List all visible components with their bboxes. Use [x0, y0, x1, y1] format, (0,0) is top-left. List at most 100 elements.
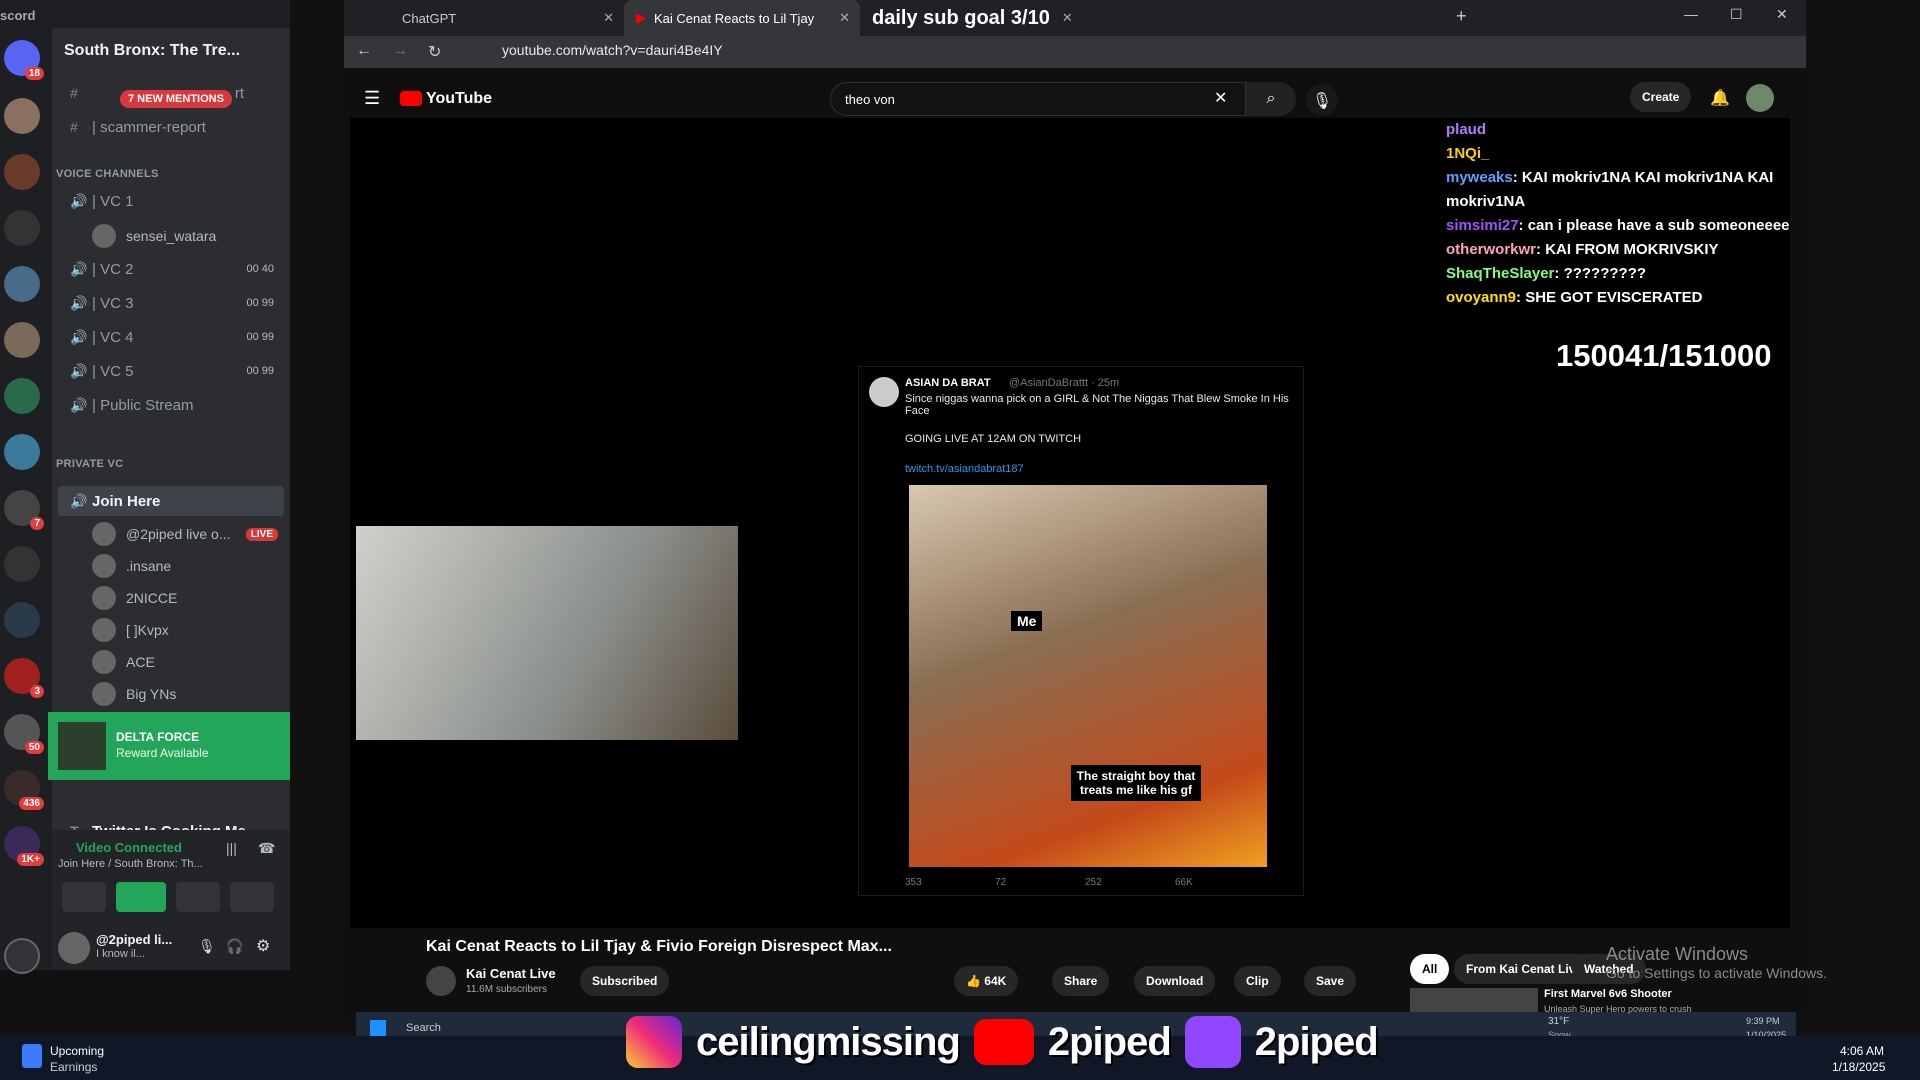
disconnect-icon[interactable]: ☎ [258, 840, 275, 857]
voice-member[interactable]: Big YNs [92, 680, 278, 708]
server-icon[interactable]: 50 [4, 714, 44, 754]
home-icon[interactable]: 18 [4, 40, 44, 80]
tab-sub-goal[interactable]: daily sub goal 3/10 ✕ [860, 0, 1440, 36]
gear-icon[interactable]: ⚙ [256, 936, 270, 956]
youtube-logo[interactable]: YouTube [400, 90, 492, 108]
server-icon[interactable] [4, 154, 40, 190]
download-button[interactable]: Download [1134, 966, 1216, 996]
rec-title[interactable]: First Marvel 6v6 Shooter [1544, 988, 1672, 1000]
screen-share-button[interactable] [116, 882, 166, 912]
server-icon[interactable]: 3 [4, 658, 44, 698]
server-icon[interactable] [4, 210, 40, 246]
back-icon[interactable]: ← [356, 42, 372, 60]
voice-member[interactable]: @2piped live o... LIVE [92, 520, 278, 548]
filter-all[interactable]: All [1410, 954, 1450, 984]
voice-location[interactable]: Join Here / South Bronx: Th... [58, 858, 203, 870]
chat-line: plaud [1446, 118, 1792, 142]
delta-force-banner[interactable]: DELTA FORCE Reward Available [48, 712, 290, 780]
tab-youtube[interactable]: ▶ Kai Cenat Reacts to Lil Tjay ✕ [624, 0, 860, 36]
maximize-button[interactable]: ☐ [1730, 6, 1743, 23]
subscribed-button[interactable]: Subscribed [580, 966, 670, 996]
chat-line: 1NQi_ [1446, 142, 1792, 166]
server-icon[interactable] [4, 378, 40, 414]
rec-thumbnail[interactable] [1410, 988, 1538, 1012]
server-icon[interactable]: 1K+ [4, 826, 44, 866]
server-icon[interactable]: 436 [4, 770, 44, 810]
search-input[interactable]: theo von [830, 82, 1246, 116]
soundboard-button[interactable] [230, 882, 274, 912]
like-button[interactable]: 👍 64K [954, 966, 1019, 996]
avatar[interactable] [1746, 84, 1774, 112]
speaker-icon: 🔊 [70, 294, 88, 311]
channel-vc5[interactable]: 🔊 | VC 5 00 99 [58, 356, 284, 386]
clock-date[interactable]: 1/18/2025 [1832, 1060, 1885, 1074]
minimize-button[interactable]: — [1684, 6, 1698, 22]
close-icon[interactable]: ✕ [1062, 10, 1073, 26]
menu-icon[interactable]: ☰ [364, 88, 380, 109]
activities-button[interactable] [176, 882, 220, 912]
voice-member[interactable]: [ ]Kvpx [92, 616, 278, 644]
channel-avatar[interactable] [426, 966, 456, 996]
new-tab-button[interactable]: + [1456, 6, 1467, 27]
avatar[interactable] [58, 932, 90, 964]
server-icon[interactable] [4, 602, 40, 638]
channel-label: | VC 2 [92, 260, 134, 278]
server-icon[interactable] [4, 434, 40, 470]
server-icon[interactable] [4, 98, 40, 134]
server-icon[interactable] [4, 266, 40, 302]
clear-icon[interactable]: ✕ [1214, 88, 1227, 108]
search-icon[interactable]: ⌕ [1246, 82, 1296, 116]
channel-vc3[interactable]: 🔊 | VC 3 00 99 [58, 288, 284, 318]
voice-member[interactable]: 2NICCE [92, 584, 278, 612]
url-field[interactable]: youtube.com/watch?v=dauri4Be4IY [502, 42, 723, 58]
game-thumbnail [58, 722, 106, 770]
clock-time[interactable]: 4:06 AM [1840, 1044, 1884, 1058]
voice-member[interactable]: ACE [92, 648, 278, 676]
channel-label: | VC 4 [92, 328, 134, 346]
clip-button[interactable]: Clip [1234, 966, 1281, 996]
noise-icon[interactable]: ||| [226, 840, 237, 856]
earnings-icon[interactable] [22, 1044, 42, 1068]
chat-user: myweaks [1446, 169, 1513, 186]
bell-icon[interactable]: 🔔 [1710, 88, 1730, 108]
channel-vc2[interactable]: 🔊 | VC 2 00 40 [58, 254, 284, 284]
channel-scammer-report[interactable]: # | scammer-report [58, 112, 284, 142]
reload-icon[interactable]: ↻ [428, 42, 441, 62]
mic-icon[interactable]: 🎙 [198, 938, 216, 955]
channel-rt[interactable]: # 7 NEW MENTIONS rt [58, 78, 284, 108]
server-name[interactable]: South Bronx: The Tre... [64, 42, 240, 60]
channel-vc4[interactable]: 🔊 | VC 4 00 99 [58, 322, 284, 352]
tab-chatgpt[interactable]: ChatGPT ✕ [390, 0, 624, 36]
channel-label: | VC 3 [92, 294, 134, 312]
channel-name[interactable]: Kai Cenat Live [466, 966, 556, 981]
channel-public-stream[interactable]: 🔊 | Public Stream [58, 390, 284, 420]
filter-label: All [1422, 962, 1438, 976]
voice-member[interactable]: sensei_watara [92, 222, 278, 250]
discord-window: scord 18 7 3 50 436 1K+ South Bronx: The… [0, 0, 290, 974]
mentions-badge[interactable]: 7 NEW MENTIONS [120, 90, 232, 108]
headphones-icon[interactable]: 🎧 [226, 938, 243, 955]
close-window-button[interactable]: ✕ [1776, 6, 1788, 23]
save-button[interactable]: Save [1304, 966, 1357, 996]
add-server-icon[interactable] [4, 938, 40, 974]
close-icon[interactable]: ✕ [603, 10, 614, 26]
server-icon[interactable] [4, 322, 40, 358]
mic-icon[interactable]: 🎙 [1306, 84, 1338, 116]
video-title: Kai Cenat Reacts to Lil Tjay & Fivio For… [426, 938, 892, 955]
category-voice[interactable]: VOICE CHANNELS [56, 168, 159, 180]
channel-join-here[interactable]: 🔊 Join Here [58, 486, 284, 516]
server-icon[interactable]: 7 [4, 490, 44, 530]
server-icon[interactable] [4, 546, 40, 582]
share-button[interactable]: Share [1052, 966, 1110, 996]
create-button[interactable]: Create [1630, 82, 1692, 112]
chat-msg: SHE GOT EVISCERATED [1525, 289, 1703, 306]
channel-vc1[interactable]: 🔊 | VC 1 [58, 186, 284, 216]
camera-off-button[interactable] [62, 882, 106, 912]
chat-line: myweaks: KAI mokriv1NA KAI mokriv1NA KAI… [1446, 169, 1774, 210]
voice-member[interactable]: .insane [92, 552, 278, 580]
close-icon[interactable]: ✕ [839, 10, 850, 26]
hash-icon: # [70, 85, 78, 101]
channel-label: | VC 5 [92, 362, 134, 380]
forward-icon[interactable]: → [392, 42, 408, 60]
category-private[interactable]: PRIVATE VC [56, 458, 123, 470]
